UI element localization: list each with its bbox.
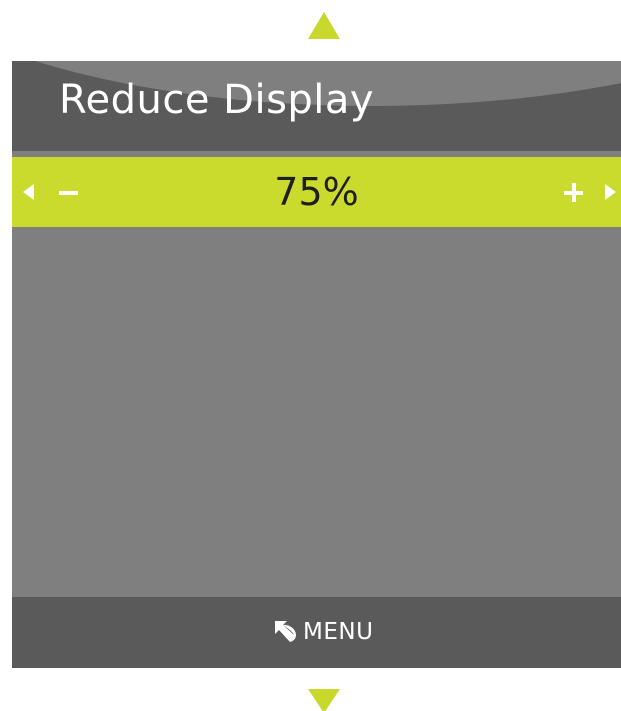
page-title: Reduce Display	[59, 77, 375, 123]
return-arrow-icon	[275, 621, 296, 642]
device-screen: Reduce Display 75% MENU	[0, 0, 621, 711]
menu-button[interactable]: MENU	[274, 615, 373, 649]
triangle-down-icon[interactable]	[308, 689, 340, 711]
title-bar: Reduce Display	[12, 61, 621, 151]
plus-icon[interactable]	[564, 183, 583, 202]
setting-value: 75%	[274, 170, 359, 214]
menu-label: MENU	[303, 619, 374, 645]
plus-icon-vertical	[571, 183, 576, 202]
settings-panel: Reduce Display 75% MENU	[12, 61, 621, 668]
triangle-right-icon[interactable]	[605, 184, 616, 200]
value-selector[interactable]: 75%	[12, 157, 621, 227]
triangle-up-icon[interactable]	[308, 12, 340, 39]
footer-bar: MENU	[12, 597, 621, 668]
